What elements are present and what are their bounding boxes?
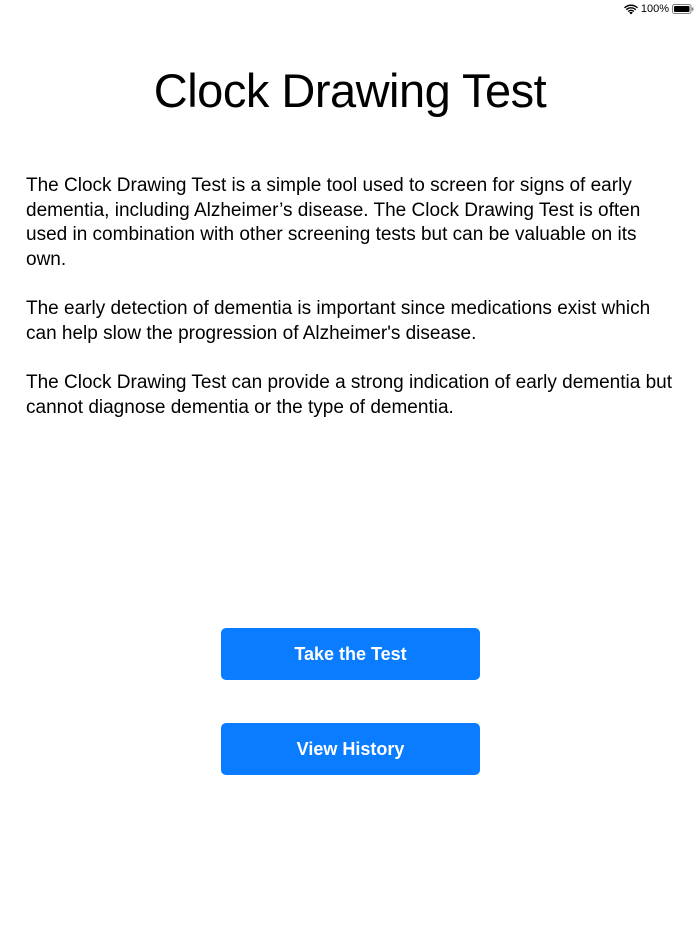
description: The Clock Drawing Test is a simple tool … <box>26 174 676 445</box>
take-test-button-label: Take the Test <box>294 643 407 664</box>
home-screen: 100% Clock Drawing Test The Clock Drawin… <box>0 0 700 934</box>
description-paragraph: The early detection of dementia is impor… <box>26 298 651 344</box>
view-history-button-label: View History <box>296 738 405 759</box>
page-title: Clock Drawing Test <box>153 64 547 117</box>
status-bar: 100% <box>580 0 700 18</box>
wifi-icon <box>623 4 638 14</box>
description-paragraph: The Clock Drawing Test is a simple tool … <box>26 175 641 270</box>
view-history-button[interactable]: View History <box>221 723 480 775</box>
take-test-button[interactable]: Take the Test <box>221 628 480 680</box>
description-paragraph: The Clock Drawing Test can provide a str… <box>26 372 672 418</box>
battery-percentage: 100% <box>640 3 669 15</box>
battery-icon <box>672 4 694 14</box>
